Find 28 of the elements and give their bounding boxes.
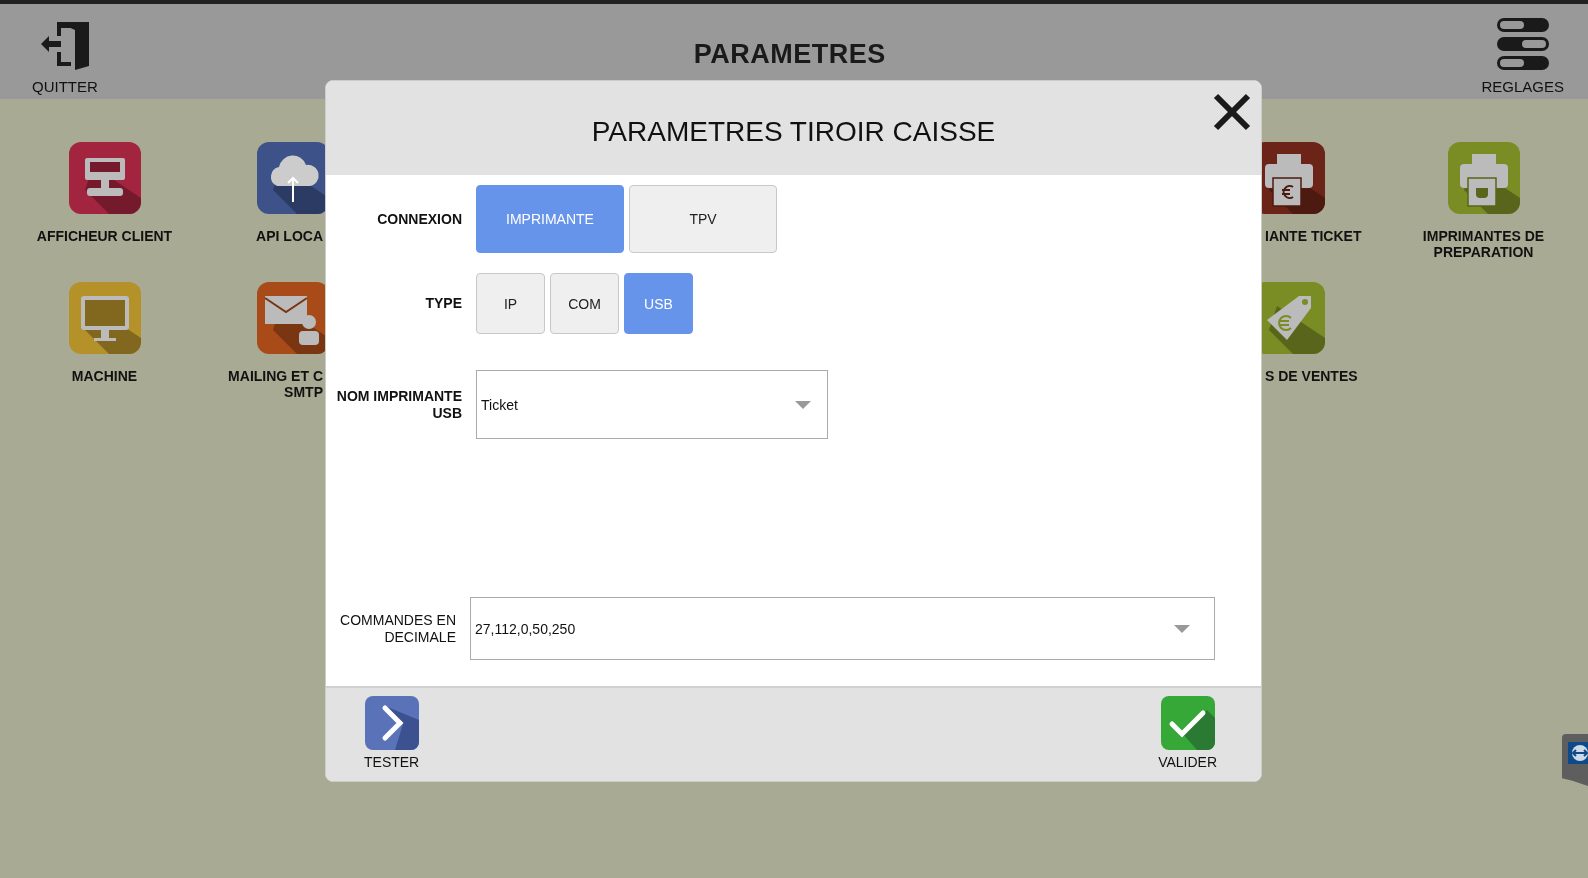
commands-dropdown[interactable]: 27,112,0,50,250	[470, 597, 1215, 660]
option-button[interactable]: TPV	[629, 185, 777, 253]
dialog-title: PARAMETRES TIROIR CAISSE	[591, 116, 996, 148]
dropdown-arrow-icon	[795, 400, 811, 409]
quit-button[interactable]: QUITTER	[28, 8, 102, 95]
page-title: PARAMETRES	[693, 39, 886, 70]
settings-tile[interactable]: API LOCA	[203, 142, 329, 260]
checkmark-icon	[1160, 696, 1215, 750]
settings-tile[interactable]: MAILING ET C SMTP	[203, 282, 329, 400]
option-button[interactable]: COM	[550, 273, 619, 334]
field-label: NOM IMPRIMANTE USB	[335, 387, 462, 422]
field-label: CONNEXION	[376, 210, 462, 228]
settings-tile[interactable]: MACHINE	[6, 282, 203, 400]
test-button[interactable]: TESTER	[364, 688, 420, 770]
chevron-right-icon	[364, 696, 419, 750]
option-button[interactable]: IP	[476, 273, 545, 334]
field-label: TYPE	[424, 295, 462, 312]
printer-dropdown[interactable]: Ticket	[476, 370, 828, 439]
dropdown-arrow-icon	[1174, 624, 1190, 633]
side-tab[interactable]	[1562, 734, 1588, 786]
field-label: COMMANDES EN DECIMALE	[339, 611, 456, 646]
confirm-button[interactable]: VALIDER	[1158, 688, 1217, 770]
settings-button[interactable]: REGLAGES	[1477, 8, 1568, 95]
close-icon	[1213, 93, 1251, 131]
settings-tile[interactable]: IMPRIMANTES DE PREPARATION	[1385, 142, 1582, 260]
toggles-icon	[1494, 16, 1551, 72]
close-button[interactable]	[1213, 93, 1251, 131]
settings-tile[interactable]: AFFICHEUR CLIENT	[6, 142, 203, 260]
